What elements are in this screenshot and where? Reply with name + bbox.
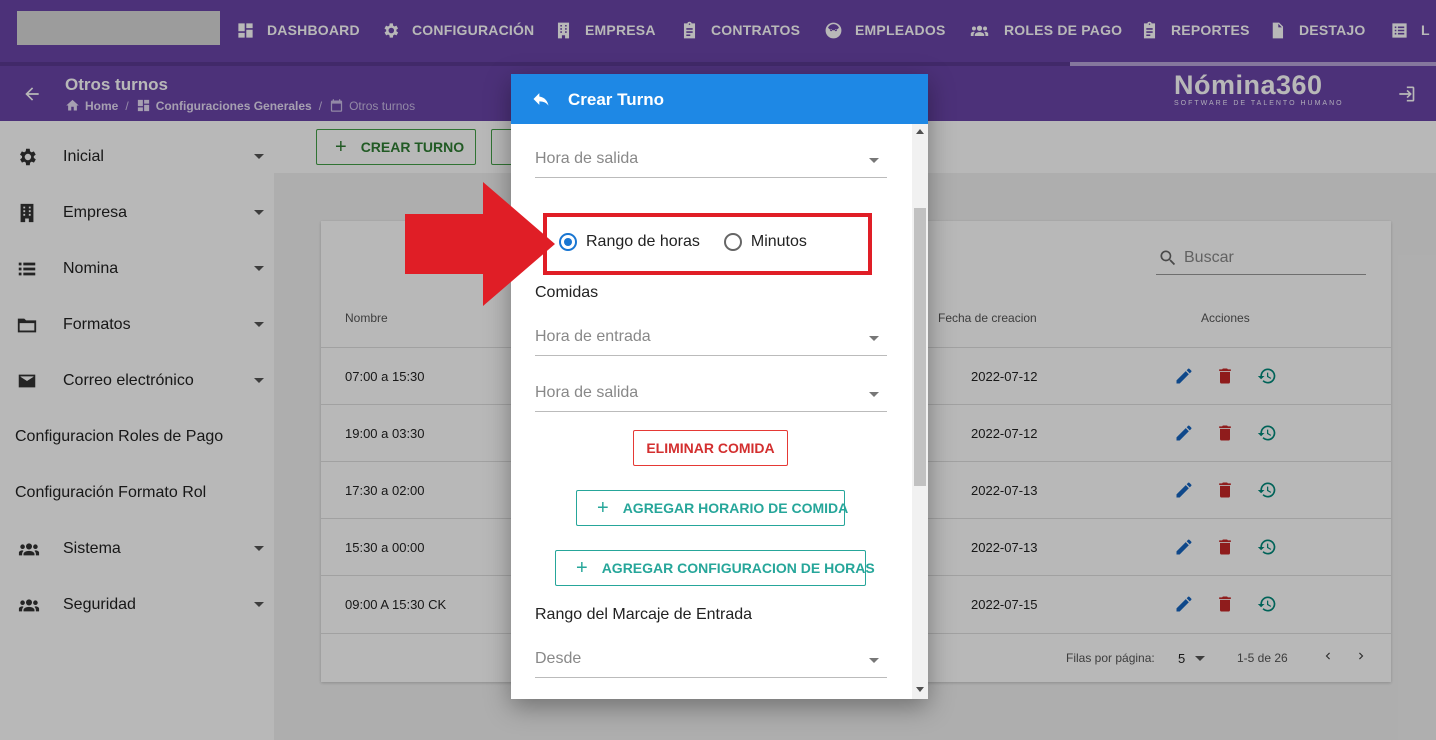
desde-select[interactable]: Desde — [535, 642, 887, 678]
dropdown-caret-icon — [869, 392, 879, 397]
plus-icon: + — [597, 496, 609, 519]
dropdown-caret-icon — [869, 158, 879, 163]
dialog-body: Hora de salida Rango de horas Minutos Co… — [511, 124, 928, 699]
eliminar-comida-button[interactable]: ELIMINAR COMIDA — [633, 430, 788, 466]
hora-salida-select[interactable]: Hora de salida — [535, 376, 887, 412]
dialog-scrollbar[interactable] — [912, 124, 928, 699]
scroll-up-icon[interactable] — [916, 129, 924, 134]
rango-marcaje-label: Rango del Marcaje de Entrada — [535, 606, 753, 623]
dialog-title: Crear Turno — [568, 90, 665, 109]
scroll-down-icon[interactable] — [916, 687, 924, 692]
dropdown-caret-icon — [869, 658, 879, 663]
plus-icon: + — [576, 556, 588, 579]
hora-salida-select-top[interactable]: Hora de salida — [535, 142, 887, 178]
annotation-highlight-box — [543, 213, 872, 275]
annotation-arrow-icon — [405, 182, 555, 306]
hora-entrada-select[interactable]: Hora de entrada — [535, 320, 887, 356]
scroll-thumb[interactable] — [914, 208, 926, 486]
reply-arrow-icon[interactable] — [531, 89, 551, 109]
dialog-header: Crear Turno — [511, 74, 928, 124]
dropdown-caret-icon — [869, 336, 879, 341]
agregar-horario-comida-button[interactable]: + AGREGAR HORARIO DE COMIDA — [576, 490, 848, 526]
agregar-configuracion-horas-button[interactable]: + AGREGAR CONFIGURACION DE HORAS — [555, 550, 875, 586]
crear-turno-dialog: Crear Turno Hora de salida Rango de hora… — [511, 74, 928, 699]
